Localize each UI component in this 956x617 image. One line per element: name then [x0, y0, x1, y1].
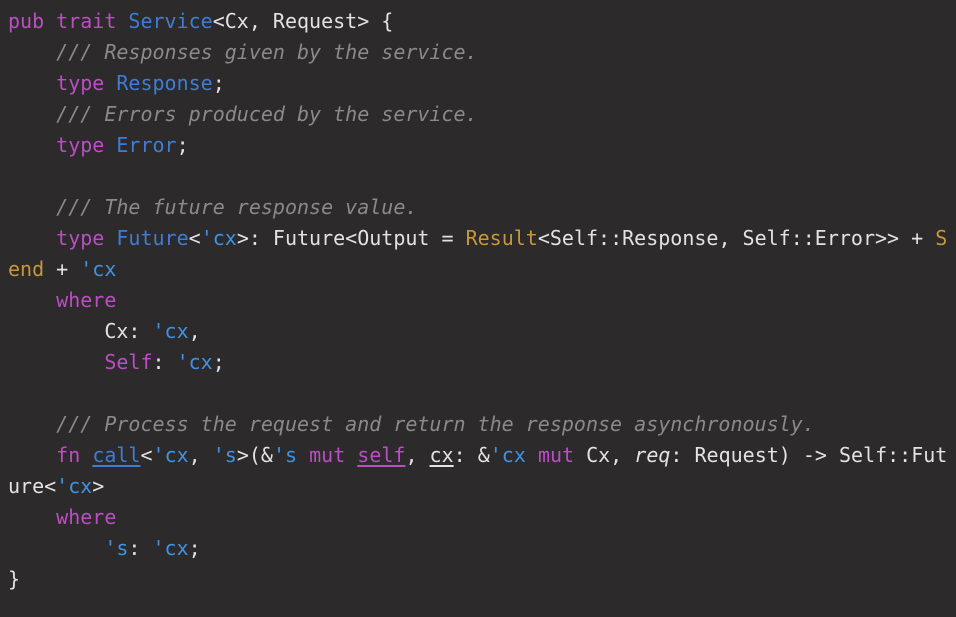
code-token — [8, 505, 56, 529]
code-line: 's: 'cx; — [8, 533, 948, 564]
code-token — [526, 443, 538, 467]
code-line — [8, 161, 948, 192]
code-token: Cx, — [574, 443, 634, 467]
code-token: , — [405, 443, 429, 467]
code-token: Service — [128, 9, 212, 33]
code-token: 'cx — [153, 443, 189, 467]
code-token: } — [8, 567, 20, 591]
code-token: > — [92, 474, 104, 498]
code-token: Response — [116, 71, 212, 95]
code-token: 'cx — [177, 350, 213, 374]
code-token — [8, 226, 56, 250]
code-token: call — [92, 443, 140, 467]
code-token: Result — [466, 226, 538, 250]
code-line: /// Process the request and return the r… — [8, 409, 948, 440]
code-token — [8, 536, 104, 560]
code-token: : Request) -> Self::Fut — [670, 443, 947, 467]
code-token: /// Responses given by the service. — [8, 40, 478, 64]
code-token: pub trait — [8, 9, 128, 33]
code-token: <Self::Response, Self::Error>> + — [538, 226, 935, 250]
code-line: end + 'cx — [8, 254, 948, 285]
code-token: : & — [454, 443, 490, 467]
code-token: 'cx — [80, 257, 116, 281]
code-token — [80, 443, 92, 467]
code-token: , — [189, 319, 201, 343]
code-token: ; — [177, 133, 189, 157]
code-token: , — [189, 443, 213, 467]
code-token — [8, 350, 104, 374]
code-line: pub trait Service<Cx, Request> { — [8, 6, 948, 37]
code-token: type — [56, 71, 104, 95]
code-line: where — [8, 502, 948, 533]
code-token: 'cx — [153, 319, 189, 343]
code-token: ; — [189, 536, 201, 560]
code-token: 's — [273, 443, 297, 467]
code-token: 'cx — [153, 536, 189, 560]
code-token: S — [935, 226, 947, 250]
code-token — [104, 71, 116, 95]
code-token: 's — [213, 443, 237, 467]
code-token: ; — [213, 71, 225, 95]
code-token: type — [56, 226, 104, 250]
code-token: ure< — [8, 474, 56, 498]
code-token — [8, 133, 56, 157]
code-token: req — [634, 443, 670, 467]
code-token: Future — [116, 226, 188, 250]
code-block: pub trait Service<Cx, Request> { /// Res… — [0, 0, 956, 617]
code-token: Self — [104, 350, 152, 374]
code-token — [8, 288, 56, 312]
code-token: Error — [116, 133, 176, 157]
code-token: mut — [309, 443, 345, 467]
code-token: end — [8, 257, 44, 281]
code-line: /// Responses given by the service. — [8, 37, 948, 68]
code-token: /// Process the request and return the r… — [8, 412, 815, 436]
code-token — [345, 443, 357, 467]
code-token: /// Errors produced by the service. — [8, 102, 478, 126]
code-token: : — [153, 350, 177, 374]
code-token — [8, 71, 56, 95]
code-line: Cx: 'cx, — [8, 316, 948, 347]
code-token: type — [56, 133, 104, 157]
code-token: 's — [104, 536, 128, 560]
code-token: 'cx — [56, 474, 92, 498]
code-token: + — [44, 257, 80, 281]
code-token: ; — [213, 350, 225, 374]
code-token: fn — [56, 443, 80, 467]
code-line: Self: 'cx; — [8, 347, 948, 378]
code-line: type Error; — [8, 130, 948, 161]
code-token — [8, 443, 56, 467]
code-token: 'cx — [490, 443, 526, 467]
code-line: type Future<'cx>: Future<Output = Result… — [8, 223, 948, 254]
code-token: /// The future response value. — [8, 195, 417, 219]
code-token: 'cx — [201, 226, 237, 250]
code-token: where — [56, 505, 116, 529]
code-token: self — [357, 443, 405, 467]
code-token: : — [128, 536, 152, 560]
code-token: Cx: — [8, 319, 153, 343]
code-token: >(& — [237, 443, 273, 467]
code-line: type Response; — [8, 68, 948, 99]
code-token — [104, 133, 116, 157]
code-token: >: Future<Output = — [237, 226, 466, 250]
code-token: < — [189, 226, 201, 250]
code-token: mut — [538, 443, 574, 467]
code-token: < — [140, 443, 152, 467]
code-token — [297, 443, 309, 467]
code-line: fn call<'cx, 's>(&'s mut self, cx: &'cx … — [8, 440, 948, 471]
code-line — [8, 378, 948, 409]
code-line: } — [8, 564, 948, 595]
code-line: /// Errors produced by the service. — [8, 99, 948, 130]
code-token — [104, 226, 116, 250]
code-line: /// The future response value. — [8, 192, 948, 223]
code-token: where — [56, 288, 116, 312]
code-line: ure<'cx> — [8, 471, 948, 502]
code-token: cx — [430, 443, 454, 467]
code-token: <Cx, Request> { — [213, 9, 394, 33]
code-line: where — [8, 285, 948, 316]
